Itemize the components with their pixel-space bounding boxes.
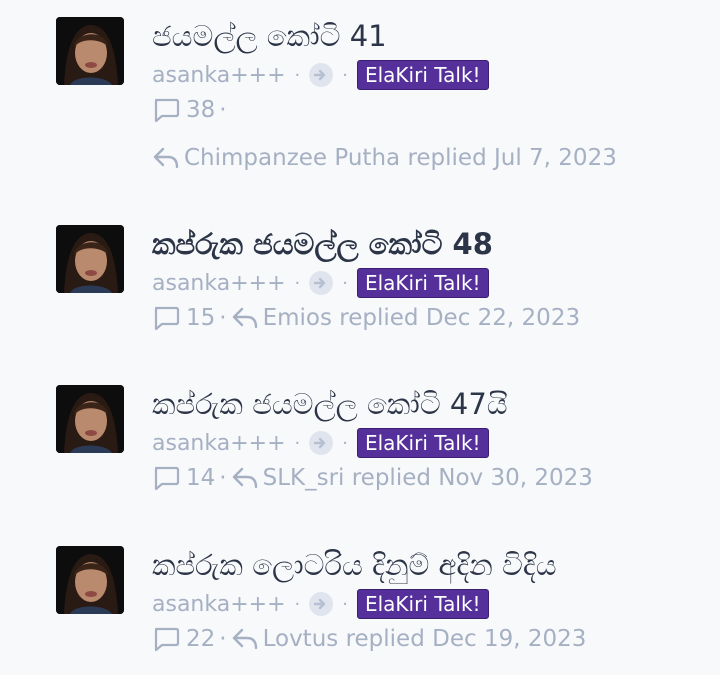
replied-label: replied	[345, 626, 425, 652]
author-link[interactable]: asanka+++	[152, 592, 286, 617]
reply-count: 22	[186, 626, 216, 652]
replied-label: replied	[407, 145, 487, 171]
separator-dot: ·	[219, 305, 227, 331]
thread-title[interactable]: ජයමල්ල කෝටි 41	[152, 18, 387, 54]
separator-dot: ·	[219, 626, 227, 652]
reply-arrow-icon	[231, 305, 259, 331]
thread-stats: 15 · Emios replied Dec 22, 2023	[152, 303, 580, 333]
last-reply-link[interactable]: Emios replied Dec 22, 2023	[231, 305, 581, 331]
thread-meta: asanka+++ · · ElaKiri Talk!	[152, 589, 489, 619]
separator-dot: ·	[294, 272, 301, 294]
last-reply-link[interactable]: Chimpanzee Putha replied Jul 7, 2023	[152, 145, 617, 171]
author-link[interactable]: asanka+++	[152, 271, 286, 296]
arrow-right-circle-icon	[309, 431, 334, 455]
reply-date: Jul 7, 2023	[493, 145, 617, 171]
reply-date: Dec 22, 2023	[425, 305, 581, 331]
separator-dot: ·	[294, 64, 301, 86]
separator-dot: ·	[219, 465, 227, 491]
thread-meta: asanka+++ · · ElaKiri Talk!	[152, 60, 489, 90]
last-poster: SLK_sri	[262, 465, 345, 491]
separator-dot: ·	[342, 272, 348, 294]
separator-dot: ·	[294, 593, 301, 615]
last-poster: Lovtus	[262, 626, 339, 652]
reply-arrow-icon	[231, 626, 259, 652]
reply-date: Dec 19, 2023	[432, 626, 587, 652]
thread-meta: asanka+++ · · ElaKiri Talk!	[152, 268, 489, 298]
separator-dot: ·	[342, 432, 348, 454]
thread-stats: 38 ·	[152, 95, 231, 125]
forum-tag[interactable]: ElaKiri Talk!	[356, 268, 489, 298]
thread-title[interactable]: කප්රුක ලොටරිය දිනුම් අදින විදිය	[152, 547, 557, 583]
separator-dot: ·	[219, 97, 227, 123]
separator-dot: ·	[342, 593, 348, 615]
reply-count: 15	[186, 305, 216, 331]
separator-dot: ·	[294, 432, 301, 454]
forum-tag[interactable]: ElaKiri Talk!	[356, 428, 489, 458]
replied-label: replied	[351, 465, 431, 491]
reply-arrow-icon	[152, 145, 180, 171]
avatar[interactable]	[56, 546, 124, 614]
arrow-right-circle-icon	[309, 592, 334, 616]
avatar[interactable]	[56, 17, 124, 85]
author-link[interactable]: asanka+++	[152, 63, 286, 88]
last-poster: Chimpanzee Putha	[184, 145, 401, 171]
avatar[interactable]	[56, 385, 124, 453]
thread-meta: asanka+++ · · ElaKiri Talk!	[152, 428, 489, 458]
last-reply-row: Chimpanzee Putha replied Jul 7, 2023	[152, 143, 617, 173]
reply-date: Nov 30, 2023	[438, 465, 593, 491]
thread-list: ජයමල්ල කෝටි 41 asanka+++ · · ElaKiri Tal…	[0, 0, 720, 675]
arrow-right-circle-icon	[309, 63, 334, 87]
reply-count: 38	[186, 97, 216, 123]
comment-bubble-icon	[152, 97, 180, 123]
comment-bubble-icon	[152, 465, 180, 491]
separator-dot: ·	[342, 64, 348, 86]
reply-count: 14	[186, 465, 216, 491]
forum-tag[interactable]: ElaKiri Talk!	[356, 60, 489, 90]
thread-title[interactable]: කප්රුක ජයමල්ල කෝටි 47යි	[152, 386, 508, 422]
reply-arrow-icon	[231, 465, 259, 491]
comment-bubble-icon	[152, 626, 180, 652]
avatar[interactable]	[56, 225, 124, 293]
last-poster: Emios	[262, 305, 332, 331]
thread-stats: 22 · Lovtus replied Dec 19, 2023	[152, 624, 586, 654]
forum-tag[interactable]: ElaKiri Talk!	[356, 589, 489, 619]
replied-label: replied	[339, 305, 419, 331]
comment-bubble-icon	[152, 305, 180, 331]
last-reply-link[interactable]: Lovtus replied Dec 19, 2023	[231, 626, 587, 652]
author-link[interactable]: asanka+++	[152, 431, 286, 456]
last-reply-link[interactable]: SLK_sri replied Nov 30, 2023	[231, 465, 593, 491]
arrow-right-circle-icon	[309, 271, 334, 295]
thread-title[interactable]: කප්රුක ජයමල්ල කෝටි 48	[152, 226, 493, 262]
thread-stats: 14 · SLK_sri replied Nov 30, 2023	[152, 463, 593, 493]
